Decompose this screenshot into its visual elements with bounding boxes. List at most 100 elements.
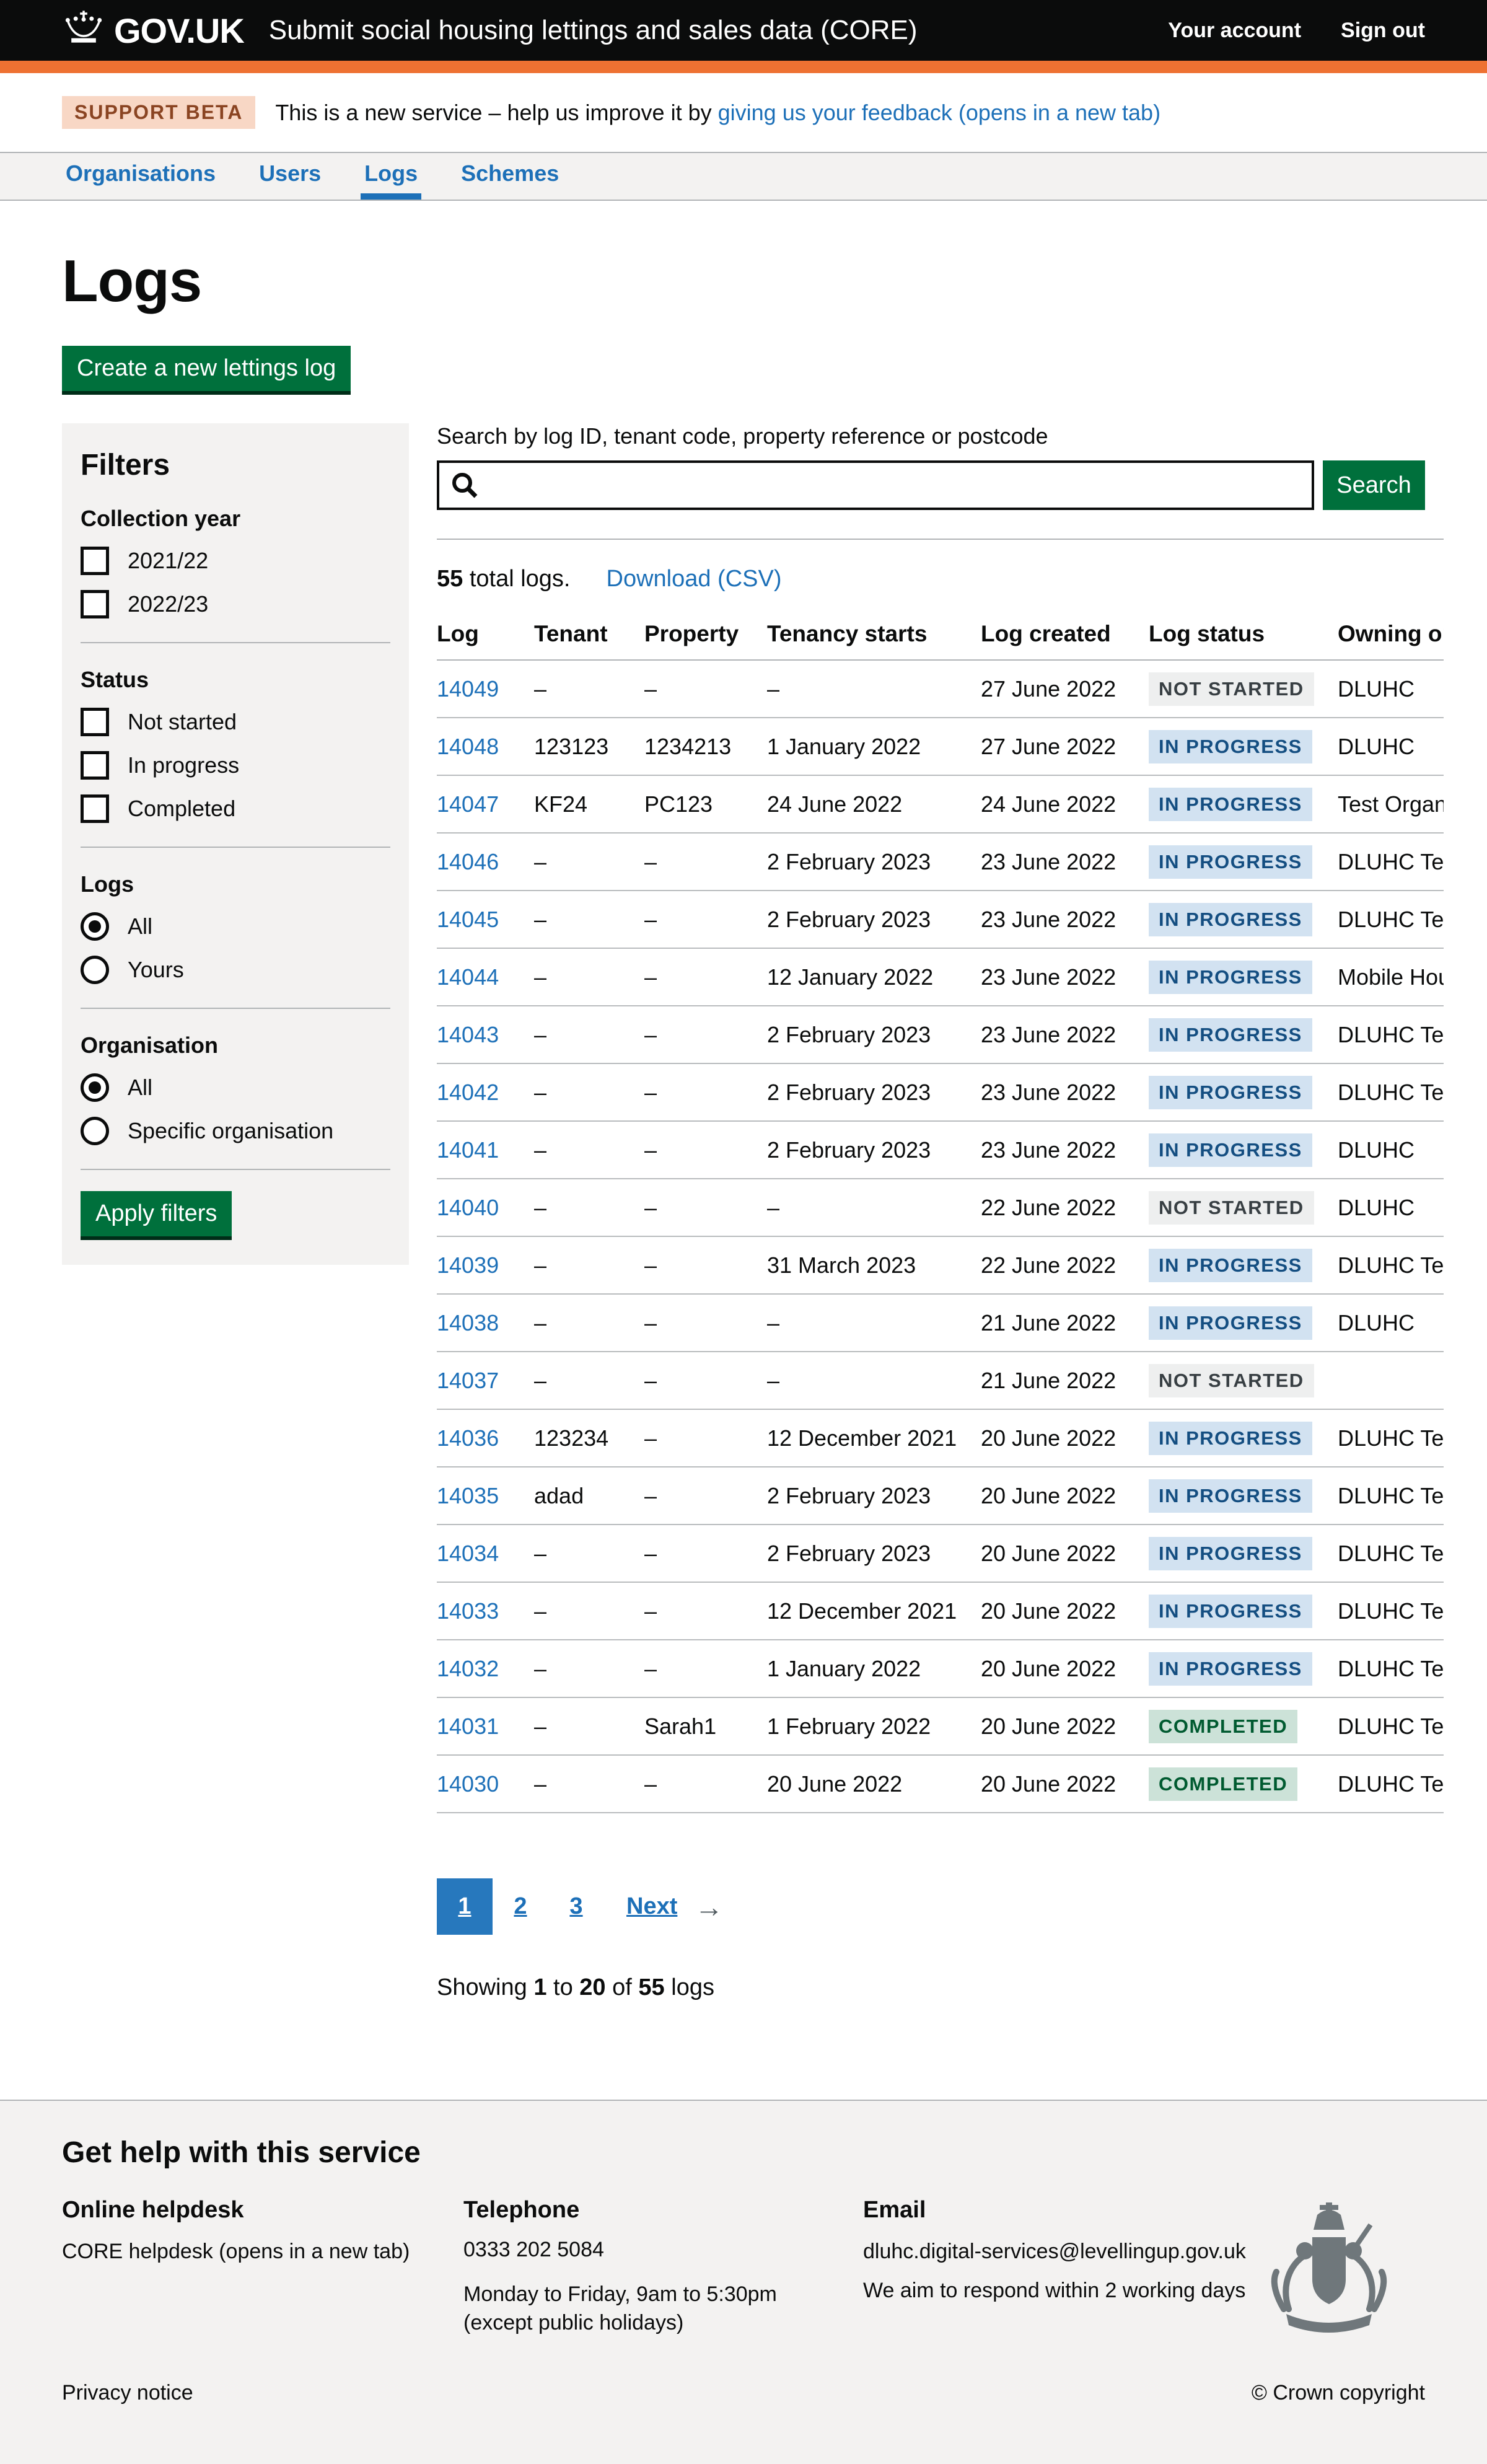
cell-log_created: 27 June 2022	[981, 718, 1149, 775]
pagination-page-3[interactable]: 3	[548, 1878, 604, 1935]
log-id-link[interactable]: 14046	[437, 849, 499, 874]
cell-tenant: adad	[534, 1467, 644, 1525]
log-id-link[interactable]: 14041	[437, 1137, 499, 1163]
radio-option-all[interactable]: All	[81, 1073, 390, 1102]
nav-tab-logs[interactable]: Logs	[361, 153, 421, 200]
log-id-link[interactable]: 14048	[437, 734, 499, 759]
log-id-link[interactable]: 14049	[437, 676, 499, 702]
table-row: 14038–––21 June 2022IN PROGRESSDLUHC	[437, 1294, 1444, 1352]
log-id-link[interactable]: 14034	[437, 1541, 499, 1566]
table-row: 14032––1 January 202220 June 2022IN PROG…	[437, 1640, 1444, 1697]
service-name[interactable]: Submit social housing lettings and sales…	[269, 15, 918, 46]
search-label: Search by log ID, tenant code, property …	[437, 423, 1444, 449]
log-id-link[interactable]: 14044	[437, 964, 499, 990]
log-id-link[interactable]: 14045	[437, 907, 499, 932]
feedback-link[interactable]: giving us your feedback (opens in a new …	[718, 100, 1160, 125]
radio-icon[interactable]	[81, 1117, 109, 1145]
your-account-link[interactable]: Your account	[1168, 19, 1301, 43]
radio-icon[interactable]	[81, 1073, 109, 1102]
radio-icon[interactable]	[81, 912, 109, 941]
cell-tenancy_starts: –	[767, 1179, 981, 1236]
govuk-header: GOV.UK Submit social housing lettings an…	[0, 0, 1487, 73]
search-button[interactable]: Search	[1323, 460, 1425, 510]
cell-property: –	[644, 948, 767, 1006]
page-title: Logs	[62, 252, 1444, 311]
filters-panel: Filters Collection year2021/222022/23Sta…	[62, 423, 409, 1265]
radio-option-all[interactable]: All	[81, 912, 390, 941]
column-header-owning-organisation: Owning organisation	[1338, 610, 1444, 660]
log-id-link[interactable]: 14036	[437, 1425, 499, 1451]
log-id-link[interactable]: 14033	[437, 1598, 499, 1624]
column-header-log-created: Log created	[981, 610, 1149, 660]
cell-log_created: 23 June 2022	[981, 1063, 1149, 1121]
arrow-right-icon[interactable]: →	[695, 1890, 723, 1924]
log-id-link[interactable]: 14038	[437, 1310, 499, 1335]
log-id-link[interactable]: 14040	[437, 1195, 499, 1220]
email-link[interactable]: dluhc.digital-services@levellingup.gov.u…	[863, 2240, 1246, 2264]
checkbox-icon[interactable]	[81, 708, 109, 736]
pagination-page-2[interactable]: 2	[493, 1878, 548, 1935]
core-helpdesk-link[interactable]: CORE helpdesk (opens in a new tab)	[62, 2240, 410, 2264]
log-id-link[interactable]: 14047	[437, 791, 499, 817]
option-label: 2021/22	[128, 548, 208, 574]
cell-tenancy_starts: 12 January 2022	[767, 948, 981, 1006]
log-id-link[interactable]: 14042	[437, 1080, 499, 1105]
status-badge: IN PROGRESS	[1149, 1306, 1312, 1340]
nav-tab-schemes[interactable]: Schemes	[457, 153, 563, 200]
checkbox-icon[interactable]	[81, 547, 109, 575]
cell-owning-organisation: DLUHC Test	[1338, 1006, 1444, 1063]
log-id-link[interactable]: 14032	[437, 1656, 499, 1681]
option-label: Completed	[128, 796, 235, 822]
govuk-logo[interactable]: GOV.UK	[62, 9, 244, 52]
nav-tab-users[interactable]: Users	[255, 153, 325, 200]
checkbox-icon[interactable]	[81, 751, 109, 780]
search-input[interactable]	[437, 460, 1314, 510]
filter-group-label: Collection year	[81, 506, 390, 532]
status-badge: IN PROGRESS	[1149, 1422, 1312, 1455]
cell-owning-organisation: DLUHC Test	[1338, 1236, 1444, 1294]
sign-out-link[interactable]: Sign out	[1341, 19, 1425, 43]
crown-copyright-link[interactable]: © Crown copyright	[1252, 2381, 1425, 2405]
radio-option-specific-organisation[interactable]: Specific organisation	[81, 1117, 390, 1145]
nav-tab-organisations[interactable]: Organisations	[62, 153, 219, 200]
logs-table: LogTenantPropertyTenancy startsLog creat…	[437, 610, 1444, 1813]
log-id-link[interactable]: 14030	[437, 1771, 499, 1797]
phase-banner-message: This is a new service – help us improve …	[275, 100, 711, 125]
checkbox-icon[interactable]	[81, 590, 109, 618]
log-id-link[interactable]: 14031	[437, 1714, 499, 1739]
cell-property: –	[644, 1582, 767, 1640]
log-id-link[interactable]: 14037	[437, 1368, 499, 1393]
log-id-link[interactable]: 14039	[437, 1252, 499, 1278]
checkbox-icon[interactable]	[81, 794, 109, 823]
total-logs-text: 55 total logs.	[437, 566, 571, 592]
checkbox-option-2022-23[interactable]: 2022/23	[81, 590, 390, 618]
log-id-link[interactable]: 14035	[437, 1483, 499, 1508]
privacy-notice-link[interactable]: Privacy notice	[62, 2381, 193, 2405]
log-id-link[interactable]: 14043	[437, 1022, 499, 1047]
cell-owning-organisation: Test Organis	[1338, 775, 1444, 833]
cell-log_created: 20 June 2022	[981, 1640, 1149, 1697]
checkbox-option-2021-22[interactable]: 2021/22	[81, 547, 390, 575]
phase-banner-text: This is a new service – help us improve …	[275, 100, 1160, 126]
checkbox-option-completed[interactable]: Completed	[81, 794, 390, 823]
radio-icon[interactable]	[81, 956, 109, 984]
filter-group-label: Organisation	[81, 1032, 390, 1058]
footer-title: Get help with this service	[62, 2136, 1425, 2170]
filter-divider	[81, 1169, 390, 1170]
pagination-page-1[interactable]: 1	[437, 1878, 493, 1935]
cell-tenant: –	[534, 1352, 644, 1409]
checkbox-option-not-started[interactable]: Not started	[81, 708, 390, 736]
cell-property: –	[644, 1352, 767, 1409]
cell-tenancy_starts: 2 February 2023	[767, 1121, 981, 1179]
download-csv-link[interactable]: Download (CSV)	[607, 566, 782, 592]
radio-option-yours[interactable]: Yours	[81, 956, 390, 984]
cell-property: –	[644, 1236, 767, 1294]
checkbox-option-in-progress[interactable]: In progress	[81, 751, 390, 780]
create-lettings-log-button[interactable]: Create a new lettings log	[62, 346, 351, 391]
status-badge: NOT STARTED	[1149, 1364, 1314, 1397]
apply-filters-button[interactable]: Apply filters	[81, 1191, 232, 1236]
main-content: Logs Create a new lettings log Filters C…	[0, 201, 1487, 2001]
pagination: 123 Next →	[437, 1878, 1444, 1935]
pagination-next-link[interactable]: Next	[626, 1893, 677, 1920]
column-header-property: Property	[644, 610, 767, 660]
